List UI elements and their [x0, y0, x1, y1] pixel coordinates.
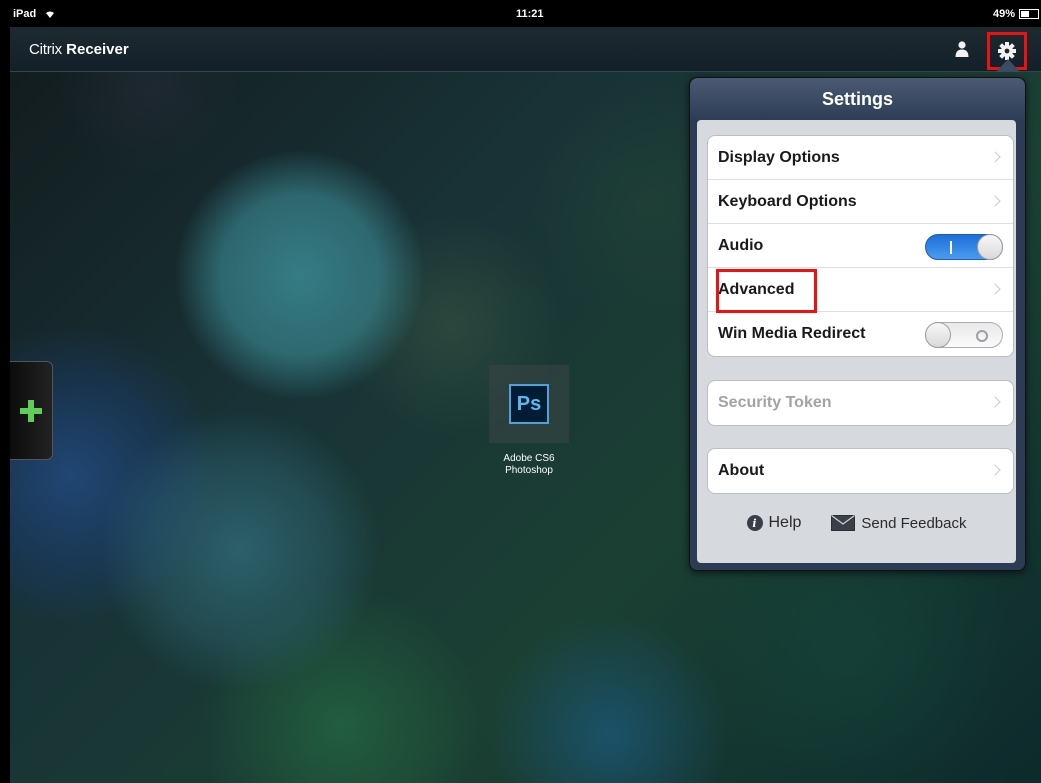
about-item[interactable]: About: [708, 449, 1013, 493]
device-label: iPad: [13, 8, 37, 20]
chevron-right-icon: [989, 282, 1001, 295]
help-label: Help: [768, 514, 802, 531]
about-label: About: [718, 462, 765, 479]
battery-icon: [1019, 9, 1039, 19]
settings-group-security: Security Token: [707, 380, 1014, 426]
security-token-item[interactable]: Security Token: [708, 381, 1013, 425]
advanced-highlight-box: [716, 269, 817, 313]
chevron-right-icon: [989, 396, 1001, 408]
send-feedback-label: Send Feedback: [861, 514, 967, 532]
battery-percent: 49%: [992, 8, 1015, 20]
gear-icon: [998, 42, 1016, 60]
app-label-line1: Adobe CS6: [503, 453, 555, 464]
win-media-redirect-item: Win Media Redirect: [708, 312, 1013, 356]
photoshop-icon: Ps: [509, 384, 549, 424]
settings-title: Settings: [690, 78, 1025, 120]
brand-name: Receiver: [66, 41, 129, 58]
win-media-redirect-label: Win Media Redirect: [718, 325, 866, 342]
help-button[interactable]: i Help: [746, 514, 802, 532]
keyboard-options-item[interactable]: Keyboard Options: [708, 180, 1013, 224]
display-options-label: Display Options: [718, 148, 840, 166]
popover-arrow: [996, 59, 1020, 72]
device-name: iPad: [13, 8, 55, 20]
app-header: Citrix Receiver: [10, 27, 1041, 72]
win-media-redirect-toggle[interactable]: [925, 322, 1003, 348]
send-feedback-button[interactable]: Send Feedback: [831, 515, 966, 532]
chevron-right-icon: [989, 150, 1001, 163]
keyboard-options-label: Keyboard Options: [718, 192, 857, 210]
settings-group-about: About: [707, 448, 1014, 494]
settings-popover: Settings Display Options Keyboard Option…: [689, 77, 1026, 571]
app-tile[interactable]: Ps: [489, 365, 569, 443]
audio-item: Audio: [708, 224, 1013, 268]
info-icon: i: [746, 515, 763, 531]
wifi-icon: [46, 11, 55, 18]
brand-prefix: Citrix: [29, 41, 62, 58]
battery-status: 49%: [993, 8, 1039, 20]
user-account-icon[interactable]: [955, 40, 969, 58]
app-photoshop[interactable]: Ps Adobe CS6 Photoshop: [489, 365, 569, 477]
audio-label: Audio: [718, 236, 764, 254]
app-logo: Citrix Receiver: [29, 41, 129, 58]
settings-footer: i Help Send Feedback: [697, 508, 1016, 538]
plus-icon: [20, 399, 42, 422]
envelope-icon: [831, 515, 856, 531]
add-apps-button[interactable]: [10, 361, 53, 460]
app-label: Adobe CS6 Photoshop: [489, 453, 569, 477]
settings-body: Display Options Keyboard Options Audio A…: [697, 120, 1016, 563]
status-time: 11:21: [516, 8, 544, 20]
status-bar: iPad 11:21 49%: [10, 5, 1041, 27]
app-label-line2: Photoshop: [505, 465, 553, 476]
audio-toggle[interactable]: [925, 234, 1003, 260]
settings-group-main: Display Options Keyboard Options Audio A…: [707, 135, 1014, 357]
chevron-right-icon: [989, 194, 1001, 207]
chevron-right-icon: [989, 464, 1001, 476]
security-token-label: Security Token: [718, 394, 832, 411]
display-options-item[interactable]: Display Options: [708, 136, 1013, 180]
